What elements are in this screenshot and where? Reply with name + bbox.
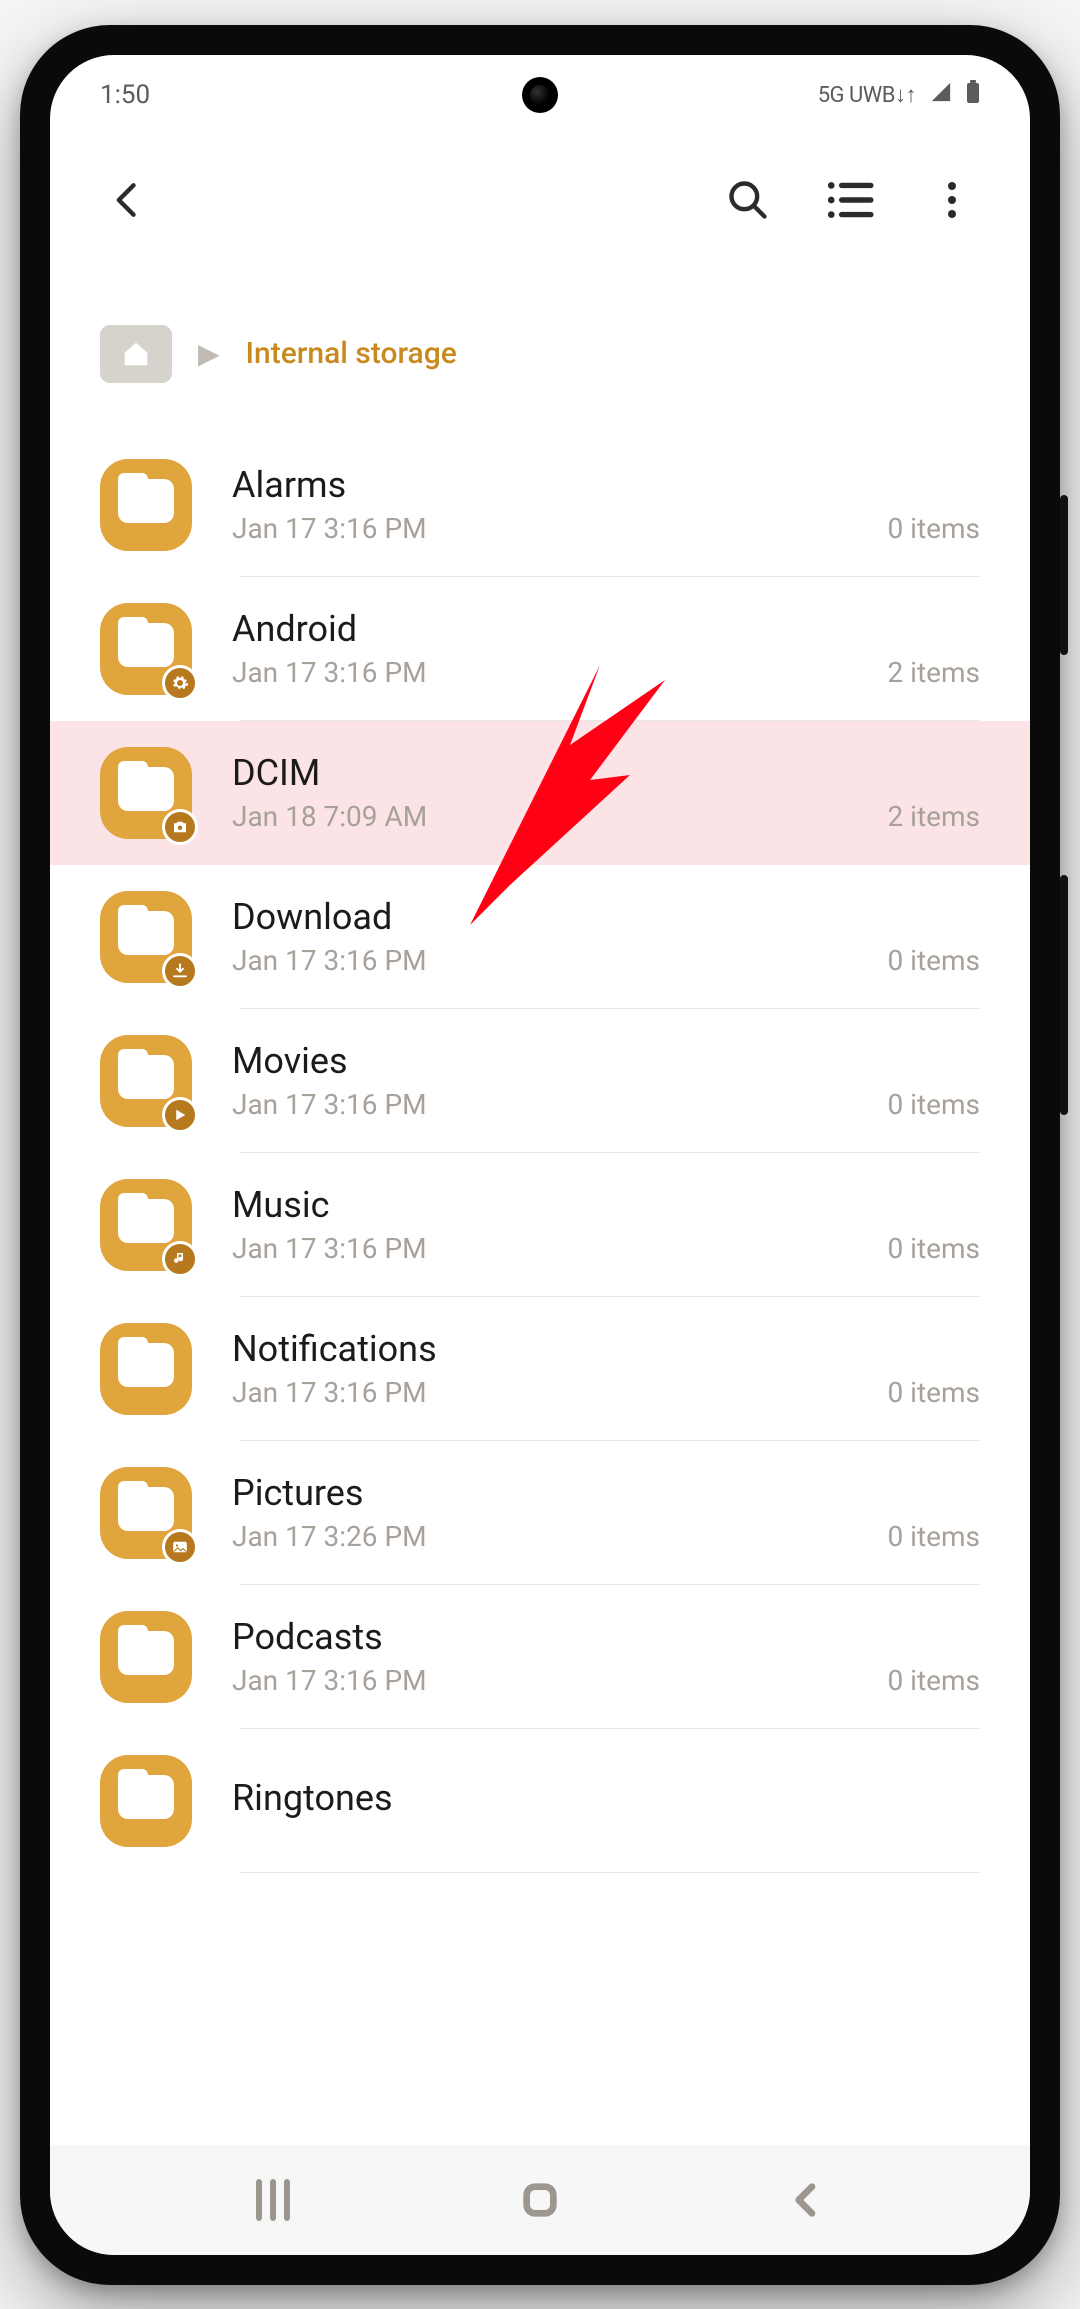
folder-icon <box>100 747 192 839</box>
folder-meta: Ringtones <box>232 1777 980 1825</box>
folder-item-count: 0 items <box>887 1232 980 1265</box>
folder-row-movies[interactable]: Movies Jan 17 3:16 PM 0 items <box>50 1009 1030 1153</box>
folder-row-podcasts[interactable]: Podcasts Jan 17 3:16 PM 0 items <box>50 1585 1030 1729</box>
folder-meta: Music Jan 17 3:16 PM 0 items <box>232 1184 980 1265</box>
folder-name: Download <box>232 896 980 938</box>
recent-apps-icon <box>256 2179 290 2221</box>
image-badge-icon <box>162 1529 198 1565</box>
folder-row-notifications[interactable]: Notifications Jan 17 3:16 PM 0 items <box>50 1297 1030 1441</box>
back-button[interactable] <box>100 172 156 228</box>
folder-name: Android <box>232 608 980 650</box>
folder-icon <box>100 603 192 695</box>
list-view-icon <box>825 175 875 225</box>
folder-name: Notifications <box>232 1328 980 1370</box>
folder-row-download[interactable]: Download Jan 17 3:16 PM 0 items <box>50 865 1030 1009</box>
search-button[interactable] <box>720 172 776 228</box>
kebab-icon <box>948 176 956 224</box>
music-badge-icon <box>162 1241 198 1277</box>
camera-badge-icon <box>162 809 198 845</box>
signal-icon <box>930 81 952 109</box>
folder-date: Jan 17 3:16 PM <box>232 1088 427 1121</box>
folder-item-count: 0 items <box>887 1664 980 1697</box>
folder-meta: Podcasts Jan 17 3:16 PM 0 items <box>232 1616 980 1697</box>
folder-name: Ringtones <box>232 1777 980 1819</box>
folder-date: Jan 17 3:16 PM <box>232 1376 427 1409</box>
folder-item-count: 0 items <box>887 1520 980 1553</box>
folder-row-ringtones[interactable]: Ringtones <box>50 1729 1030 1873</box>
folder-row-music[interactable]: Music Jan 17 3:16 PM 0 items <box>50 1153 1030 1297</box>
nav-recent-button[interactable] <box>233 2160 313 2240</box>
more-options-button[interactable] <box>924 172 980 228</box>
folder-row-alarms[interactable]: Alarms Jan 17 3:16 PM 0 items <box>50 433 1030 577</box>
folder-meta: Download Jan 17 3:16 PM 0 items <box>232 896 980 977</box>
folder-icon <box>100 1467 192 1559</box>
folder-name: Pictures <box>232 1472 980 1514</box>
folder-row-pictures[interactable]: Pictures Jan 17 3:26 PM 0 items <box>50 1441 1030 1585</box>
folder-name: Movies <box>232 1040 980 1082</box>
folder-icon <box>100 459 192 551</box>
folder-meta: Alarms Jan 17 3:16 PM 0 items <box>232 464 980 545</box>
folder-item-count: 0 items <box>887 1088 980 1121</box>
folder-item-count: 2 items <box>887 656 980 689</box>
folder-item-count: 0 items <box>887 512 980 545</box>
front-camera-notch <box>522 77 558 113</box>
home-outline-icon <box>520 2180 560 2220</box>
breadcrumb-current[interactable]: Internal storage <box>246 336 457 371</box>
folder-meta: Movies Jan 17 3:16 PM 0 items <box>232 1040 980 1121</box>
folder-name: Alarms <box>232 464 980 506</box>
breadcrumb-home-button[interactable] <box>100 325 172 383</box>
folder-icon <box>100 891 192 983</box>
system-nav-bar <box>50 2145 1030 2255</box>
folder-name: DCIM <box>232 752 980 794</box>
folder-name: Music <box>232 1184 980 1226</box>
nav-back-button[interactable] <box>767 2160 847 2240</box>
status-time: 1:50 <box>100 80 150 110</box>
folder-date: Jan 17 3:16 PM <box>232 656 427 689</box>
folder-meta: Notifications Jan 17 3:16 PM 0 items <box>232 1328 980 1409</box>
folder-meta: Android Jan 17 3:16 PM 2 items <box>232 608 980 689</box>
folder-icon <box>100 1755 192 1847</box>
folder-date: Jan 18 7:09 AM <box>232 800 427 833</box>
folder-row-android[interactable]: Android Jan 17 3:16 PM 2 items <box>50 577 1030 721</box>
phone-frame: 1:50 5G UWB↓↑ <box>20 25 1060 2285</box>
search-icon <box>726 178 770 222</box>
volume-button <box>1060 495 1068 655</box>
screen: 1:50 5G UWB↓↑ <box>50 55 1030 2255</box>
home-icon <box>121 339 151 369</box>
power-button <box>1060 875 1068 1115</box>
download-badge-icon <box>162 953 198 989</box>
chevron-left-icon <box>106 178 150 222</box>
folder-item-count: 0 items <box>887 944 980 977</box>
folder-icon <box>100 1323 192 1415</box>
folder-date: Jan 17 3:26 PM <box>232 1520 427 1553</box>
folder-icon <box>100 1611 192 1703</box>
view-toggle-button[interactable] <box>822 172 878 228</box>
folder-row-dcim[interactable]: DCIM Jan 18 7:09 AM 2 items <box>50 721 1030 865</box>
folder-meta: Pictures Jan 17 3:26 PM 0 items <box>232 1472 980 1553</box>
folder-item-count: 0 items <box>887 1376 980 1409</box>
play-badge-icon <box>162 1097 198 1133</box>
folder-date: Jan 17 3:16 PM <box>232 512 427 545</box>
folder-date: Jan 17 3:16 PM <box>232 944 427 977</box>
folder-item-count: 2 items <box>887 800 980 833</box>
chevron-left-icon <box>787 2180 827 2220</box>
nav-home-button[interactable] <box>500 2160 580 2240</box>
folder-name: Podcasts <box>232 1616 980 1658</box>
folder-meta: DCIM Jan 18 7:09 AM 2 items <box>232 752 980 833</box>
battery-icon <box>966 80 980 110</box>
folder-date: Jan 17 3:16 PM <box>232 1232 427 1265</box>
folder-list: Alarms Jan 17 3:16 PM 0 items Android Jan 17… <box>50 433 1030 1873</box>
breadcrumb-separator-icon: ▶ <box>198 337 220 370</box>
breadcrumb: ▶ Internal storage <box>50 265 1030 433</box>
gear-badge-icon <box>162 665 198 701</box>
folder-icon <box>100 1035 192 1127</box>
network-type-label: 5G UWB↓↑ <box>818 82 916 108</box>
folder-icon <box>100 1179 192 1271</box>
folder-date: Jan 17 3:16 PM <box>232 1664 427 1697</box>
app-toolbar <box>50 135 1030 265</box>
